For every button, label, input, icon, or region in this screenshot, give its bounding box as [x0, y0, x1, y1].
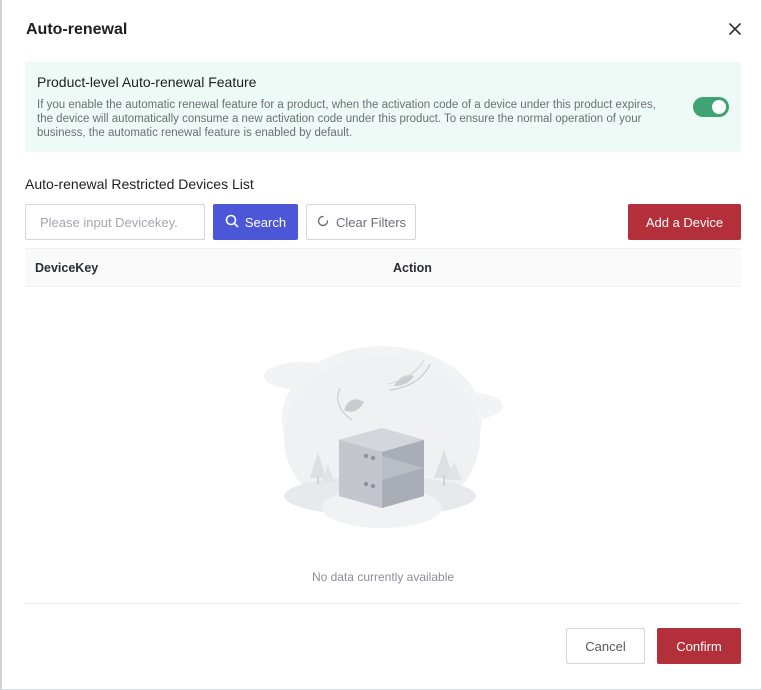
- toggle-knob: [712, 100, 726, 114]
- auto-renewal-toggle[interactable]: [693, 97, 729, 117]
- feature-panel: Product-level Auto-renewal Feature If yo…: [25, 62, 741, 152]
- feature-title: Product-level Auto-renewal Feature: [37, 74, 257, 90]
- devicekey-search-input[interactable]: [25, 204, 205, 240]
- clear-filters-button[interactable]: Clear Filters: [306, 204, 416, 240]
- empty-state-text: No data currently available: [311, 570, 455, 584]
- empty-state-illustration: [262, 328, 504, 534]
- clear-filters-label: Clear Filters: [335, 214, 407, 230]
- auto-renewal-dialog: Auto-renewal Product-level Auto-renewal …: [0, 0, 762, 690]
- feature-description: If you enable the automatic renewal feat…: [37, 99, 656, 139]
- confirm-button[interactable]: Confirm: [657, 628, 741, 664]
- table-header: DeviceKey Action: [25, 248, 741, 287]
- dialog-title: Auto-renewal: [26, 21, 128, 38]
- refresh-icon: [316, 214, 330, 231]
- add-device-button[interactable]: Add a Device: [628, 204, 741, 240]
- column-action: Action: [393, 261, 432, 275]
- column-devicekey: DeviceKey: [35, 261, 99, 275]
- cancel-button[interactable]: Cancel: [566, 628, 645, 664]
- search-button[interactable]: Search: [213, 204, 298, 240]
- footer-divider: [25, 603, 741, 604]
- close-icon[interactable]: [724, 18, 746, 40]
- search-button-label: Search: [244, 214, 287, 230]
- search-icon: [225, 214, 239, 231]
- section-title: Auto-renewal Restricted Devices List: [25, 176, 254, 192]
